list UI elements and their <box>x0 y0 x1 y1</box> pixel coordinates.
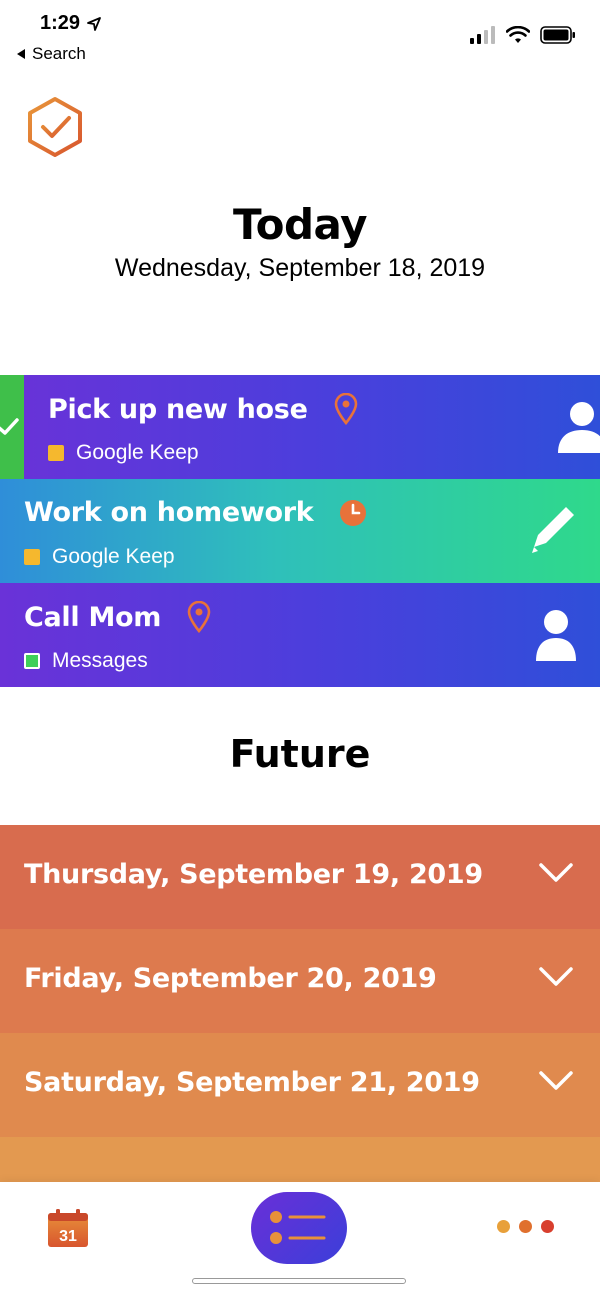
task-title-row: Work on homework <box>24 497 367 528</box>
status-bar: 1:29 Search <box>0 0 600 70</box>
list-tab[interactable] <box>251 1192 347 1264</box>
task-row[interactable]: Call Mom Messages <box>0 583 600 687</box>
assign-contact-button[interactable] <box>534 607 578 666</box>
future-day-row[interactable]: Friday, September 20, 2019 <box>0 929 600 1033</box>
chevron-down-icon <box>539 1071 573 1090</box>
hexagon-check-icon <box>28 97 82 157</box>
check-icon <box>0 418 19 435</box>
calendar-icon: 31 <box>48 1209 88 1247</box>
wifi-icon <box>506 26 530 43</box>
task-source: Messages <box>24 649 148 673</box>
calendar-tab[interactable]: 31 <box>46 1208 90 1248</box>
task-row[interactable]: Work on homework Google Keep <box>0 479 600 583</box>
task-title: Work on homework <box>24 497 314 528</box>
edit-task-button[interactable] <box>528 501 580 560</box>
future-day-label: Friday, September 20, 2019 <box>24 963 437 994</box>
more-dot-icon <box>541 1220 554 1233</box>
clock-icon <box>340 499 367 526</box>
signal-icon <box>470 26 495 44</box>
app-logo[interactable] <box>26 96 84 163</box>
future-day-label: Saturday, September 21, 2019 <box>24 1067 480 1098</box>
future-day-row[interactable]: Thursday, September 19, 2019 <box>0 825 600 929</box>
task-title-row: Pick up new hose <box>48 393 358 425</box>
future-title: Future <box>229 732 371 776</box>
completed-strip[interactable] <box>0 375 24 479</box>
location-arrow-icon <box>87 16 101 31</box>
list-icon <box>270 1211 326 1244</box>
pencil-icon <box>532 507 574 553</box>
status-time: 1:29 <box>40 12 81 34</box>
chevron-down-icon <box>539 863 573 882</box>
location-pin-icon <box>334 393 357 425</box>
back-search-label: Search <box>32 44 86 63</box>
future-day-label: Thursday, September 19, 2019 <box>24 859 483 890</box>
person-icon <box>558 402 600 453</box>
chevron-down-icon <box>539 967 573 986</box>
google-keep-icon <box>48 445 64 461</box>
menu-lines-icon <box>512 106 576 147</box>
task-title: Call Mom <box>24 601 162 633</box>
more-dot-icon <box>497 1220 510 1233</box>
task-source: Google Keep <box>48 441 199 465</box>
person-icon <box>536 610 576 661</box>
calendar-day: 31 <box>59 1228 77 1245</box>
task-row[interactable]: Pick up new hose Google Keep <box>0 375 600 479</box>
battery-icon <box>540 26 575 44</box>
menu-button[interactable] <box>510 104 576 150</box>
task-source: Google Keep <box>24 545 175 569</box>
task-source-label: Google Keep <box>52 545 175 568</box>
location-pin-icon <box>187 601 211 633</box>
task-source-label: Messages <box>52 649 148 672</box>
today-date: Wednesday, September 18, 2019 <box>114 254 486 282</box>
task-title: Pick up new hose <box>48 393 308 425</box>
messages-icon <box>24 653 40 669</box>
more-dot-icon <box>519 1220 532 1233</box>
google-keep-icon <box>24 549 40 565</box>
home-indicator[interactable] <box>192 1278 406 1284</box>
task-title-row: Call Mom <box>24 601 211 633</box>
task-source-label: Google Keep <box>76 441 199 464</box>
status-time-group: 1:29 <box>40 12 102 35</box>
back-triangle-icon <box>17 49 25 59</box>
back-to-search[interactable]: Search <box>16 44 86 64</box>
today-title: Today <box>233 200 367 249</box>
assign-contact-button[interactable] <box>556 399 600 458</box>
future-day-row[interactable]: Saturday, September 21, 2019 <box>0 1033 600 1137</box>
status-icons <box>470 26 576 44</box>
more-tab[interactable] <box>497 1220 554 1233</box>
